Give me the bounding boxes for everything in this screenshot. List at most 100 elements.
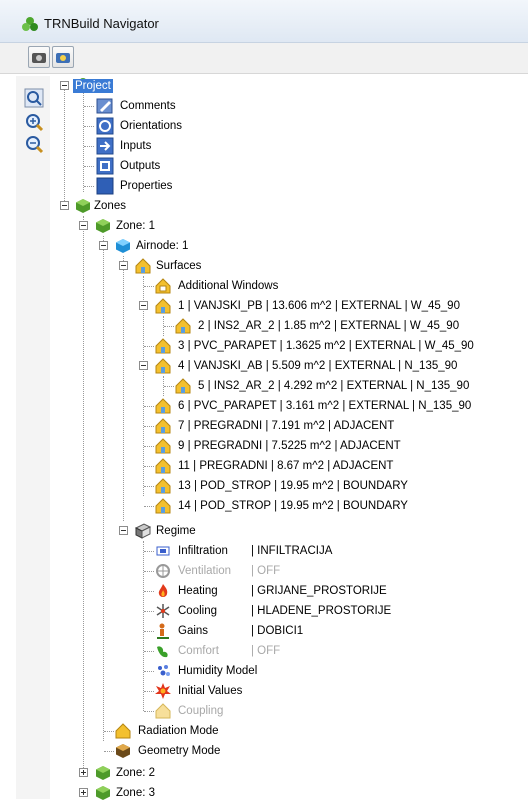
- properties-icon: [96, 177, 114, 195]
- tree-label: 6 | PVC_PARAPET | 3.161 m^2 | EXTERNAL |…: [178, 400, 472, 412]
- zoom-fit-icon[interactable]: [24, 88, 44, 108]
- trnbuild-logo-icon: [22, 17, 38, 31]
- tree-label: 7 | PREGRADNI | 7.191 m^2 | ADJACENT: [178, 420, 395, 432]
- tree-label: Surfaces: [156, 260, 202, 272]
- collapse-toggle[interactable]: [139, 361, 148, 370]
- regime-name: Coupling: [178, 705, 224, 717]
- radiation-house-icon: [115, 723, 131, 739]
- regime-value: | OFF: [251, 565, 281, 577]
- regime-name: Initial Values: [178, 685, 243, 697]
- cooling-snowflake-icon: [156, 604, 170, 618]
- airnode-cube-icon: [116, 239, 130, 253]
- collapse-toggle[interactable]: [139, 301, 148, 310]
- house-icon: [155, 478, 171, 494]
- collapse-toggle[interactable]: [79, 221, 88, 230]
- house-icon: [155, 498, 171, 514]
- tree-label: Project: [73, 79, 113, 93]
- zoom-out-icon[interactable]: [24, 134, 44, 154]
- tree-label: Orientations: [120, 120, 183, 132]
- book-icon: [134, 523, 152, 539]
- house-icon: [175, 318, 191, 334]
- house-icon: [155, 338, 171, 354]
- tree-label: Geometry Mode: [138, 745, 221, 757]
- zone-cube-icon: [96, 766, 110, 780]
- zoom-sidebar: [16, 76, 51, 799]
- regime-name: Humidity Model: [178, 665, 258, 677]
- tree-label: 14 | POD_STROP | 19.95 m^2 | BOUNDARY: [178, 500, 408, 512]
- zoom-in-icon[interactable]: [24, 112, 44, 132]
- tree-label: 11 | PREGRADNI | 8.67 m^2 | ADJACENT: [178, 460, 394, 472]
- collapse-toggle[interactable]: [119, 526, 128, 535]
- tree-node-project[interactable]: Project: [50, 76, 520, 96]
- regime-value: | DOBICI1: [251, 625, 304, 637]
- house-icon: [155, 418, 171, 434]
- tree-label: 4 | VANJSKI_AB | 5.509 m^2 | EXTERNAL | …: [178, 360, 458, 372]
- regime-value: | GRIJANE_PROSTORIJE: [251, 585, 387, 597]
- regime-name: Comfort: [178, 645, 219, 657]
- regime-value: | INFILTRACIJA: [251, 545, 333, 557]
- regime-value: | HLADENE_PROSTORIJE: [251, 605, 392, 617]
- tree-label: Airnode: 1: [136, 240, 189, 252]
- zone-cube-icon: [96, 786, 110, 800]
- outputs-icon: [96, 157, 114, 175]
- geometry-cube-icon: [116, 744, 130, 758]
- house-icon: [135, 258, 151, 274]
- tree-label: 5 | INS2_AR_2 | 4.292 m^2 | EXTERNAL | N…: [198, 380, 470, 392]
- tree-label: Zones: [94, 200, 126, 212]
- house-icon: [155, 298, 171, 314]
- regime-name: Gains: [178, 625, 209, 637]
- collapse-toggle[interactable]: [99, 241, 108, 250]
- comments-icon: [96, 98, 113, 114]
- tree-label: Properties: [120, 180, 173, 192]
- orientation-icon: [96, 117, 114, 135]
- title-bar: TRNBuild Navigator: [0, 0, 528, 43]
- tree-label: 1 | VANJSKI_PB | 13.606 m^2 | EXTERNAL |…: [178, 300, 460, 312]
- inputs-icon: [96, 137, 114, 155]
- house-icon: [155, 438, 171, 454]
- expand-toggle[interactable]: [79, 788, 88, 797]
- regime-name: Heating: [178, 585, 218, 597]
- regime-value: | OFF: [251, 645, 281, 657]
- tree-label: Zone: 3: [116, 787, 155, 799]
- house-icon: [155, 458, 171, 474]
- tree-label: 13 | POD_STROP | 19.95 m^2 | BOUNDARY: [178, 480, 408, 492]
- house-icon: [155, 358, 171, 374]
- house-icon: [175, 378, 191, 394]
- camera-button[interactable]: [28, 46, 50, 68]
- collapse-toggle[interactable]: [60, 81, 69, 90]
- tree-label: 2 | INS2_AR_2 | 1.85 m^2 | EXTERNAL | W_…: [198, 320, 460, 332]
- tree-label: Inputs: [120, 140, 152, 152]
- tree-label: Additional Windows: [178, 280, 279, 292]
- toolbar: [0, 43, 528, 74]
- ventilation-icon: [156, 564, 170, 578]
- navigator-tree: Project Comments Orientations Inputs Out…: [50, 76, 528, 800]
- gains-icon: [157, 623, 169, 639]
- tree-label: Comments: [120, 100, 176, 112]
- heating-flame-icon: [158, 584, 168, 597]
- collapse-toggle[interactable]: [60, 201, 69, 210]
- expand-toggle[interactable]: [79, 768, 88, 777]
- tree-label: Outputs: [120, 160, 161, 172]
- tree-label: 3 | PVC_PARAPET | 1.3625 m^2 | EXTERNAL …: [178, 340, 474, 352]
- collapse-toggle[interactable]: [119, 261, 128, 270]
- tree-label: 9 | PREGRADNI | 7.5225 m^2 | ADJACENT: [178, 440, 401, 452]
- camera-color-icon: [56, 53, 70, 63]
- tree-label: Radiation Mode: [138, 725, 219, 737]
- regime-name: Cooling: [178, 605, 217, 617]
- regime-name: Infiltration: [178, 545, 228, 557]
- coupling-house-icon: [155, 703, 171, 719]
- window-house-icon: [155, 278, 171, 294]
- zone-cube-icon: [76, 199, 90, 213]
- zone-cube-icon: [96, 219, 110, 233]
- window-title: TRNBuild Navigator: [44, 16, 159, 31]
- regime-name: Ventilation: [178, 565, 232, 577]
- initial-values-burst-icon: [155, 683, 171, 699]
- camera-icon: [32, 53, 46, 63]
- tree-label: Zone: 2: [116, 767, 155, 779]
- humidity-drops-icon: [158, 665, 170, 676]
- infiltration-icon: [156, 546, 170, 556]
- comfort-icon: [157, 646, 168, 658]
- camera-color-button[interactable]: [52, 46, 74, 68]
- house-icon: [155, 398, 171, 414]
- tree-label: Zone: 1: [116, 220, 155, 232]
